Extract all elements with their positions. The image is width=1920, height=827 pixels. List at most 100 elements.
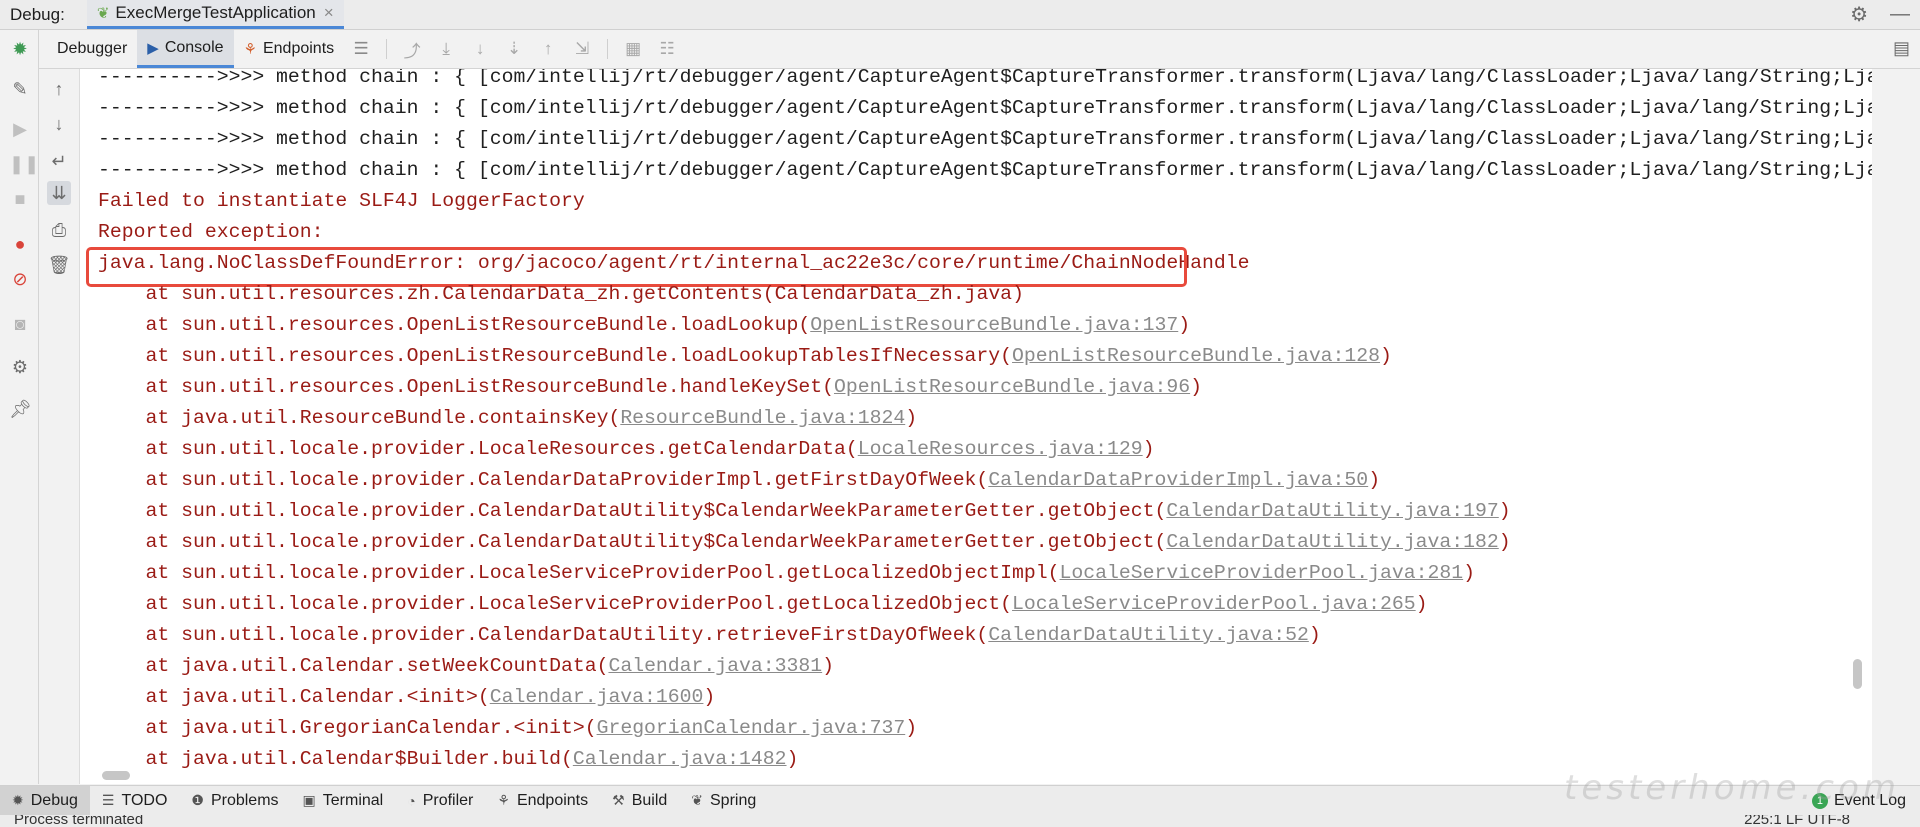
tab-profiler-label: Profiler bbox=[422, 791, 474, 809]
layout-settings-icon[interactable]: ▤ bbox=[1893, 38, 1910, 59]
trace-icon[interactable]: ☷ bbox=[656, 39, 678, 59]
spring-leaf-icon: ❦ bbox=[96, 5, 110, 22]
pause-icon[interactable]: ❚❚ bbox=[9, 153, 39, 175]
soft-wrap-icon[interactable]: ↵ bbox=[47, 149, 71, 173]
gear-icon[interactable]: ⚙ bbox=[1850, 2, 1868, 27]
endpoints-icon: ⚘ bbox=[497, 792, 510, 808]
source-link[interactable]: LocaleServiceProviderPool.java:281 bbox=[1060, 562, 1464, 584]
stack-trace-line: at sun.util.resources.OpenListResourceBu… bbox=[98, 345, 1392, 367]
source-link[interactable]: ResourceBundle.java:1824 bbox=[620, 407, 905, 429]
source-link[interactable]: Calendar.java:1600 bbox=[490, 686, 704, 708]
source-link[interactable]: LocaleServiceProviderPool.java:265 bbox=[1012, 593, 1416, 615]
source-link[interactable]: CalendarDataUtility.java:182 bbox=[1166, 531, 1498, 553]
console-line: ---------->>>> method chain : { [com/int… bbox=[98, 97, 1872, 119]
tab-problems[interactable]: ❶ Problems bbox=[179, 786, 290, 815]
console-output[interactable]: ---------->>>> method chain : { [com/int… bbox=[80, 69, 1872, 784]
tab-endpoints-bottom-label: Endpoints bbox=[516, 791, 589, 809]
stack-trace-line: at sun.util.locale.provider.LocaleResour… bbox=[98, 438, 1155, 460]
stack-trace-line: at sun.util.resources.OpenListResourceBu… bbox=[98, 376, 1202, 398]
evaluate-expression-icon[interactable]: ▦ bbox=[622, 39, 644, 59]
run-to-cursor-icon[interactable]: ⇲ bbox=[571, 39, 593, 59]
list-icon: ☰ bbox=[101, 792, 115, 808]
wrench-icon[interactable]: ✎ bbox=[9, 78, 31, 100]
horizontal-scrollbar[interactable] bbox=[102, 771, 130, 780]
pin-icon[interactable]: 📌︎ bbox=[9, 398, 32, 420]
tab-terminal-label: Terminal bbox=[322, 791, 384, 809]
endpoints-icon: ⚘ bbox=[243, 41, 257, 58]
source-link[interactable]: CalendarDataUtility.java:52 bbox=[988, 624, 1309, 646]
minimize-icon[interactable]: — bbox=[1890, 3, 1910, 26]
run-config-tab-label: ExecMergeTestApplication bbox=[115, 3, 316, 22]
arrow-down-icon[interactable]: ↓ bbox=[47, 112, 71, 136]
source-link[interactable]: OpenListResourceBundle.java:128 bbox=[1012, 345, 1380, 367]
console-side-toolbar: ↑ ↓ ↵ ⇊ ⎙ 🗑︎ bbox=[39, 69, 80, 784]
source-link[interactable]: LocaleResources.java:129 bbox=[858, 438, 1143, 460]
tab-debugger[interactable]: Debugger bbox=[39, 30, 137, 68]
tab-debug-label: Debug bbox=[30, 791, 78, 809]
debug-label: Debug: bbox=[10, 4, 65, 24]
source-link[interactable]: Calendar.java:3381 bbox=[608, 655, 822, 677]
stack-trace-line: at java.util.Calendar.<init>(Calendar.ja… bbox=[98, 686, 716, 708]
status-bar: Process terminated 225:1 LF UTF-8 bbox=[0, 815, 1920, 827]
source-link[interactable]: Calendar.java:1482 bbox=[573, 748, 787, 770]
tab-debug[interactable]: ✹ Debug bbox=[0, 786, 90, 815]
close-icon[interactable]: × bbox=[324, 3, 334, 23]
trash-icon[interactable]: 🗑︎ bbox=[47, 253, 71, 277]
source-link[interactable]: CalendarDataUtility.java:197 bbox=[1166, 500, 1498, 522]
stack-trace-line: at sun.util.locale.provider.CalendarData… bbox=[98, 500, 1511, 522]
stack-trace-line: at sun.util.resources.OpenListResourceBu… bbox=[98, 314, 1191, 336]
tab-console-label: Console bbox=[164, 38, 224, 56]
tab-endpoints-label: Endpoints bbox=[262, 40, 335, 57]
stack-trace-line: at sun.util.locale.provider.LocaleServic… bbox=[98, 593, 1428, 615]
console-line: ---------->>>> method chain : { [com/int… bbox=[98, 128, 1872, 150]
info-icon: ❶ bbox=[191, 792, 204, 808]
tab-problems-label: Problems bbox=[210, 791, 279, 809]
tab-todo[interactable]: ☰ TODO bbox=[90, 786, 180, 815]
print-icon[interactable]: ⎙ bbox=[47, 218, 71, 242]
scroll-to-end-icon[interactable]: ⇊ bbox=[47, 181, 71, 205]
toolbar-divider bbox=[386, 39, 388, 59]
force-step-into-icon[interactable]: ⇣ bbox=[503, 39, 525, 59]
camera-icon[interactable]: ◙ bbox=[9, 313, 31, 335]
run-config-tab[interactable]: ❦ ExecMergeTestApplication × bbox=[86, 0, 344, 29]
source-link[interactable]: CalendarData_zh.java bbox=[775, 283, 1012, 305]
source-link[interactable]: OpenListResourceBundle.java:96 bbox=[834, 376, 1190, 398]
resume-icon[interactable]: ▶ bbox=[9, 118, 31, 140]
spring-leaf-icon: ❦ bbox=[691, 792, 703, 808]
layout-menu-icon[interactable]: ☰ bbox=[350, 39, 372, 59]
bug-icon: ✹ bbox=[12, 792, 24, 808]
console-line: ---------->>>> method chain : { [com/int… bbox=[98, 69, 1872, 88]
show-execution-point-icon[interactable]: ⤴ bbox=[401, 37, 423, 62]
source-link[interactable]: CalendarDataProviderImpl.java:50 bbox=[988, 469, 1368, 491]
source-link[interactable]: GregorianCalendar.java:737 bbox=[597, 717, 906, 739]
arrow-up-icon[interactable]: ↑ bbox=[47, 77, 71, 101]
stop-icon[interactable]: ■ bbox=[9, 188, 31, 210]
console-icon: ▶ bbox=[147, 39, 159, 57]
tab-terminal[interactable]: ▣ Terminal bbox=[291, 786, 396, 815]
debug-title-bar: Debug: ❦ ExecMergeTestApplication × ⚙ — bbox=[0, 0, 1920, 30]
stack-trace-line: at sun.util.locale.provider.CalendarData… bbox=[98, 531, 1511, 553]
tab-console[interactable]: ▶ Console bbox=[137, 30, 234, 68]
settings-icon[interactable]: ⚙ bbox=[9, 356, 31, 378]
tab-profiler[interactable]: ◔ Profiler bbox=[395, 786, 485, 815]
stack-trace-line: at sun.util.locale.provider.LocaleServic… bbox=[98, 562, 1476, 584]
tab-endpoints-bottom[interactable]: ⚘ Endpoints bbox=[485, 786, 600, 815]
tab-build-label: Build bbox=[631, 791, 668, 809]
profiler-icon: ◔ bbox=[407, 792, 416, 809]
source-link[interactable]: OpenListResourceBundle.java:137 bbox=[810, 314, 1178, 336]
stack-trace-line: at sun.util.locale.provider.CalendarData… bbox=[98, 469, 1381, 491]
debug-bug-icon[interactable]: ✹ bbox=[9, 38, 31, 60]
tab-debugger-label: Debugger bbox=[57, 40, 128, 57]
step-out-icon[interactable]: ↑ bbox=[537, 39, 559, 59]
cursor-position[interactable]: 225:1 LF UTF-8 bbox=[1744, 815, 1850, 827]
step-over-icon[interactable]: ⤓ bbox=[435, 39, 457, 59]
tab-build[interactable]: ⚒ Build bbox=[600, 786, 679, 815]
tab-spring[interactable]: ❦ Spring bbox=[679, 786, 768, 815]
view-breakpoints-icon[interactable]: ● bbox=[9, 233, 31, 255]
watermark: testerhome.com bbox=[1563, 768, 1900, 808]
vertical-scrollbar[interactable] bbox=[1853, 659, 1862, 689]
error-message-line: Failed to instantiate SLF4J LoggerFactor… bbox=[98, 190, 585, 212]
mute-breakpoints-icon[interactable]: ⊘ bbox=[9, 268, 31, 290]
step-into-icon[interactable]: ↓ bbox=[469, 39, 491, 59]
tab-endpoints[interactable]: ⚘ Endpoints bbox=[234, 30, 345, 68]
